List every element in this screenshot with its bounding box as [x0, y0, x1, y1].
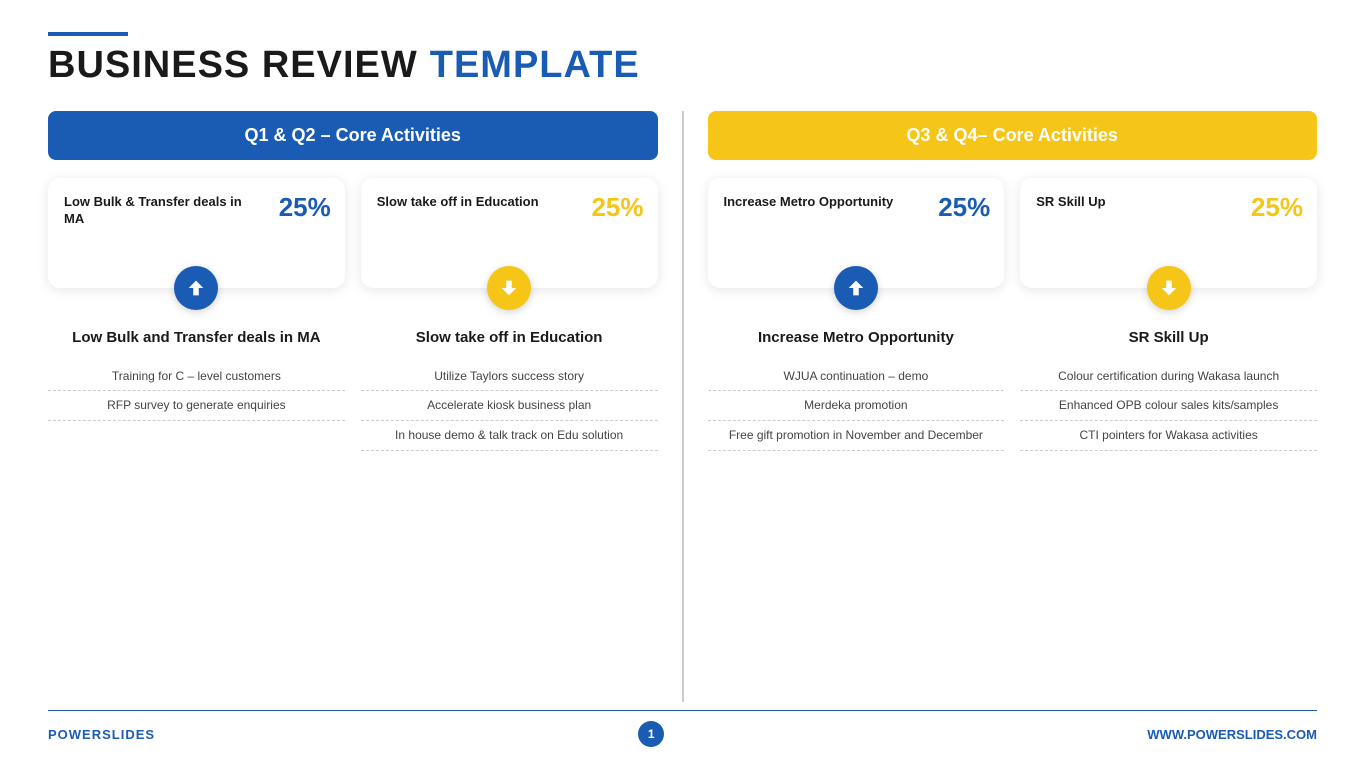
footer: POWERSLIDES 1 WWW.POWERSLIDES.COM — [48, 710, 1317, 747]
left-detail-col-1-title: Low Bulk and Transfer deals in MA — [72, 328, 320, 348]
left-card-1-label: Low Bulk & Transfer deals in MA — [64, 194, 249, 228]
left-card-2-label: Slow take off in Education — [377, 194, 562, 211]
right-detail-col-2: SR Skill Up Colour certification during … — [1020, 328, 1317, 702]
right-cards-wrapper: Increase Metro Opportunity 25% SR Skill … — [708, 178, 1318, 288]
left-section: Q1 & Q2 – Core Activities Low Bulk & Tra… — [48, 111, 658, 702]
right-detail-row: Increase Metro Opportunity WJUA continua… — [708, 328, 1318, 702]
right-detail-item-2-1: Enhanced OPB colour sales kits/samples — [1020, 391, 1317, 421]
right-detail-item-1-2: Free gift promotion in November and Dece… — [708, 421, 1005, 451]
down-arrow-icon — [498, 277, 520, 299]
left-detail-item-1-1: RFP survey to generate enquiries — [48, 391, 345, 421]
right-card-2-percent: 25% — [1251, 192, 1303, 223]
right-card-2-icon — [1147, 266, 1191, 310]
left-detail-item-2-0: Utilize Taylors success story — [361, 362, 658, 392]
right-detail-col-2-title: SR Skill Up — [1129, 328, 1209, 348]
up-arrow-icon — [185, 277, 207, 299]
footer-page-number: 1 — [638, 721, 664, 747]
left-card-2-icon — [487, 266, 531, 310]
left-detail-col-2-title: Slow take off in Education — [416, 328, 603, 348]
left-card-1: Low Bulk & Transfer deals in MA 25% — [48, 178, 345, 288]
left-detail-item-1-0: Training for C – level customers — [48, 362, 345, 392]
left-card-1-icon — [174, 266, 218, 310]
left-card-2: Slow take off in Education 25% — [361, 178, 658, 288]
down-arrow-icon-2 — [1158, 277, 1180, 299]
header-accent-bar — [48, 32, 128, 36]
right-section: Q3 & Q4– Core Activities Increase Metro … — [708, 111, 1318, 702]
footer-url: WWW.POWERSLIDES.COM — [1147, 727, 1317, 742]
left-card-1-percent: 25% — [279, 192, 331, 223]
left-detail-row: Low Bulk and Transfer deals in MA Traini… — [48, 328, 658, 702]
left-cards-row: Low Bulk & Transfer deals in MA 25% Slow… — [48, 178, 658, 288]
title-blue: TEMPLATE — [430, 44, 640, 87]
page: BUSINESS REVIEW TEMPLATE Q1 & Q2 – Core … — [0, 0, 1365, 767]
right-card-1-percent: 25% — [938, 192, 990, 223]
title-black: BUSINESS REVIEW — [48, 44, 418, 87]
right-detail-col-1-title: Increase Metro Opportunity — [758, 328, 954, 348]
footer-brand-blue: SLIDES — [102, 727, 155, 742]
page-title: BUSINESS REVIEW TEMPLATE — [48, 44, 1317, 87]
right-card-2-label: SR Skill Up — [1036, 194, 1221, 211]
right-detail-item-2-0: Colour certification during Wakasa launc… — [1020, 362, 1317, 392]
left-card-2-percent: 25% — [591, 192, 643, 223]
right-card-2: SR Skill Up 25% — [1020, 178, 1317, 288]
footer-brand: POWERSLIDES — [48, 727, 155, 742]
right-section-header: Q3 & Q4– Core Activities — [708, 111, 1318, 160]
right-detail-col-1: Increase Metro Opportunity WJUA continua… — [708, 328, 1005, 702]
left-cards-wrapper: Low Bulk & Transfer deals in MA 25% Slow… — [48, 178, 658, 288]
right-card-1: Increase Metro Opportunity 25% — [708, 178, 1005, 288]
left-detail-item-2-2: In house demo & talk track on Edu soluti… — [361, 421, 658, 451]
right-detail-item-1-0: WJUA continuation – demo — [708, 362, 1005, 392]
right-detail-item-2-2: CTI pointers for Wakasa activities — [1020, 421, 1317, 451]
up-arrow-icon-2 — [845, 277, 867, 299]
right-detail-item-1-1: Merdeka promotion — [708, 391, 1005, 421]
right-card-1-label: Increase Metro Opportunity — [724, 194, 909, 211]
left-detail-col-1: Low Bulk and Transfer deals in MA Traini… — [48, 328, 345, 702]
left-section-header: Q1 & Q2 – Core Activities — [48, 111, 658, 160]
left-detail-col-2: Slow take off in Education Utilize Taylo… — [361, 328, 658, 702]
left-detail-item-2-1: Accelerate kiosk business plan — [361, 391, 658, 421]
center-divider — [682, 111, 684, 702]
footer-brand-black: POWER — [48, 727, 102, 742]
right-cards-row: Increase Metro Opportunity 25% SR Skill … — [708, 178, 1318, 288]
main-content: Q1 & Q2 – Core Activities Low Bulk & Tra… — [48, 111, 1317, 702]
right-card-1-icon — [834, 266, 878, 310]
